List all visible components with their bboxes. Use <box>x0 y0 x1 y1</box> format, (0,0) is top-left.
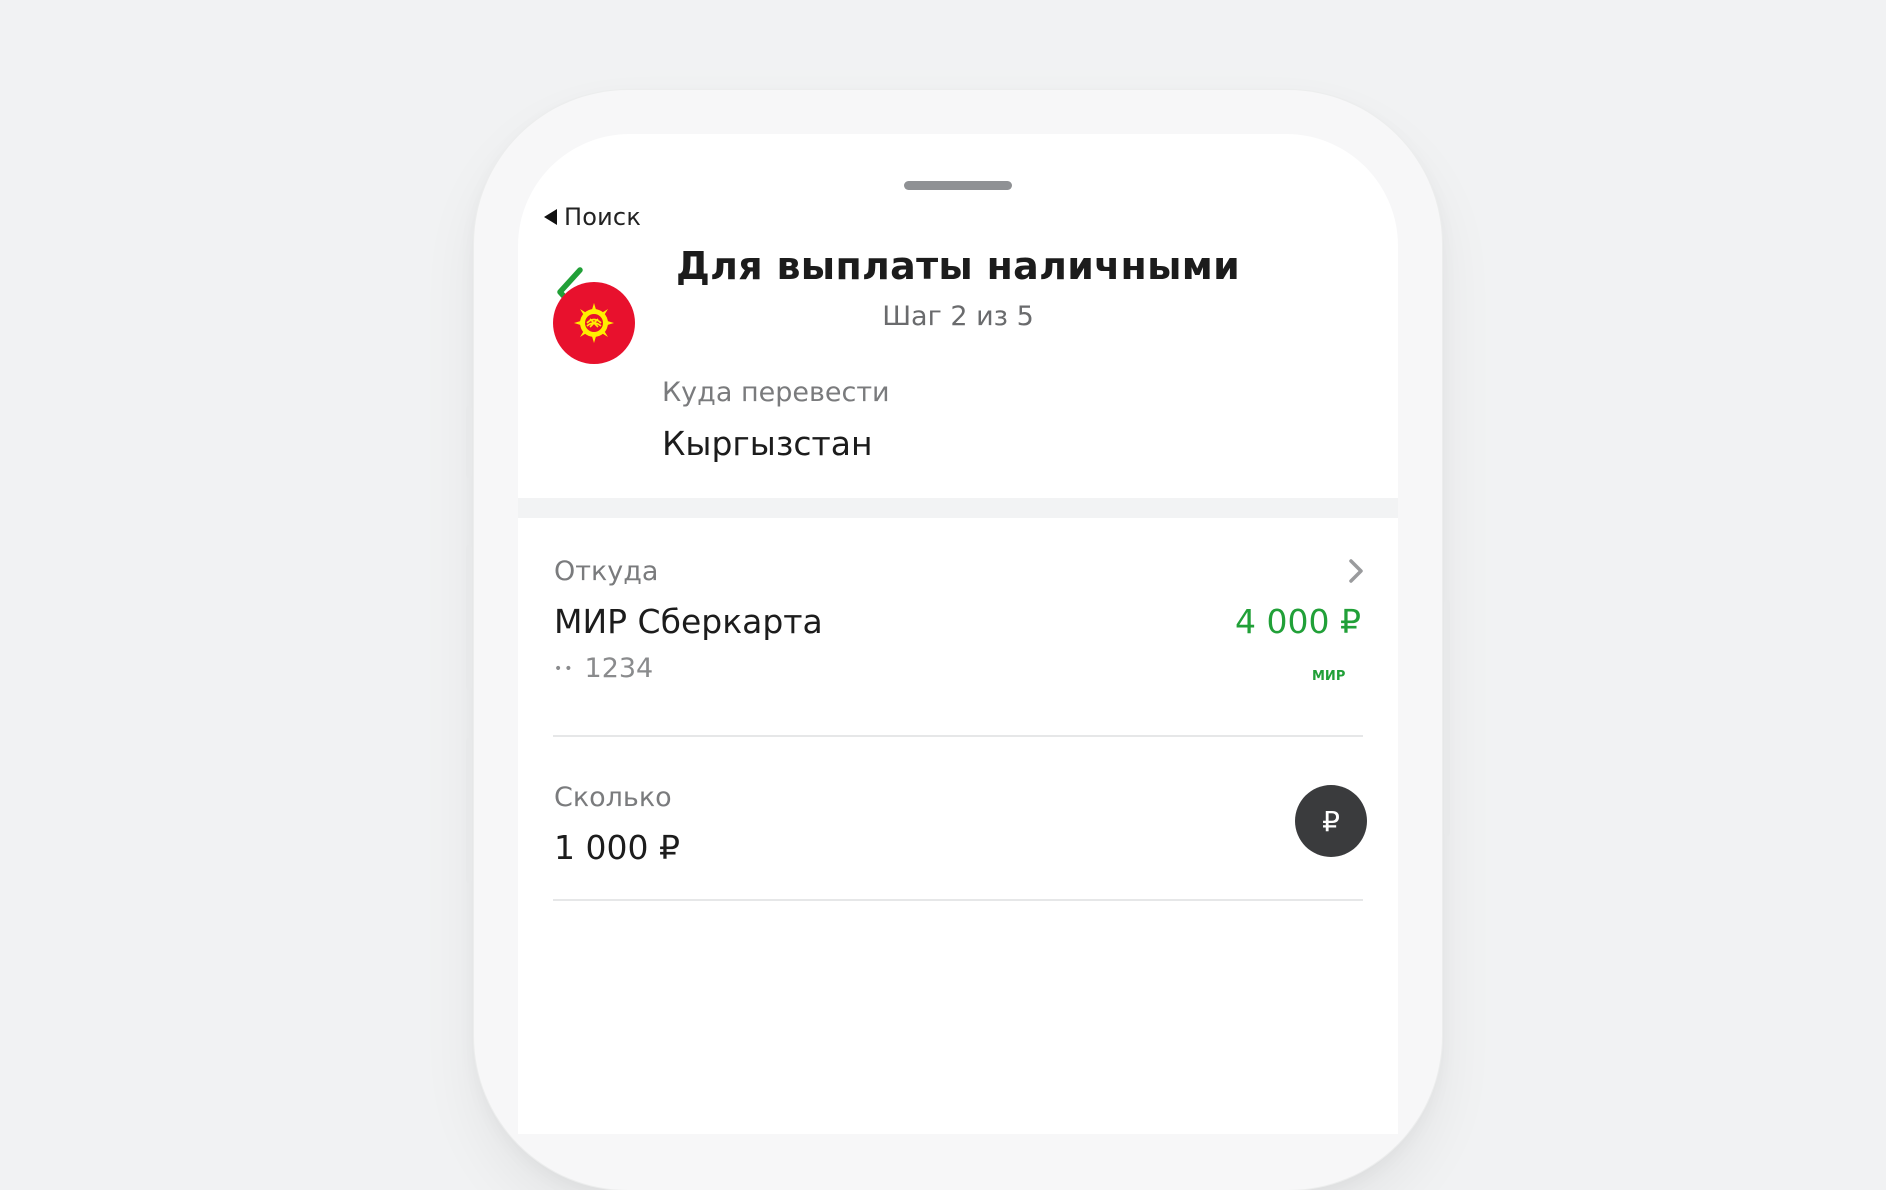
amount-input-area[interactable] <box>518 734 1398 894</box>
card-balance: 4 000 ₽ <box>1235 602 1361 641</box>
section-separator <box>518 498 1398 518</box>
divider-line <box>553 899 1363 901</box>
sheet-grabber-handle[interactable] <box>904 181 1012 190</box>
kyrgyzstan-flag-icon <box>553 282 635 364</box>
amount-label: Сколько <box>554 782 672 813</box>
app-screen: Поиск Для выплаты наличными Шаг 2 из 5 К… <box>518 134 1398 1134</box>
chevron-right-icon <box>1349 559 1363 583</box>
ruble-icon: ₽ <box>1322 804 1340 838</box>
card-mask-dots: •• <box>554 660 575 677</box>
phone-side-button-volume-down <box>466 738 472 883</box>
mir-payment-logo: МИР <box>1312 669 1345 683</box>
card-last-digits: 1234 <box>584 653 654 684</box>
source-card-name: МИР Сберкарта <box>554 602 823 641</box>
back-triangle-icon <box>544 209 557 225</box>
card-number-masked: •• 1234 <box>554 653 653 684</box>
phone-side-button-mute <box>466 406 472 478</box>
destination-label: Куда перевести <box>662 377 890 408</box>
currency-switch-button[interactable]: ₽ <box>1295 785 1367 857</box>
step-indicator: Шаг 2 из 5 <box>882 301 1034 332</box>
status-bar-back-to-app[interactable]: Поиск <box>544 203 641 231</box>
amount-value[interactable]: 1 000 ₽ <box>554 828 680 867</box>
mir-logo-text: МИР <box>1312 669 1345 683</box>
page-title: Для выплаты наличными <box>675 244 1241 288</box>
destination-country-value: Кыргызстан <box>662 424 873 463</box>
source-label: Откуда <box>554 556 659 587</box>
status-bar-back-label: Поиск <box>564 203 642 231</box>
phone-side-button-volume-up <box>466 545 472 690</box>
phone-side-button-power <box>1444 600 1450 836</box>
destination-country-selector[interactable] <box>518 366 1398 498</box>
